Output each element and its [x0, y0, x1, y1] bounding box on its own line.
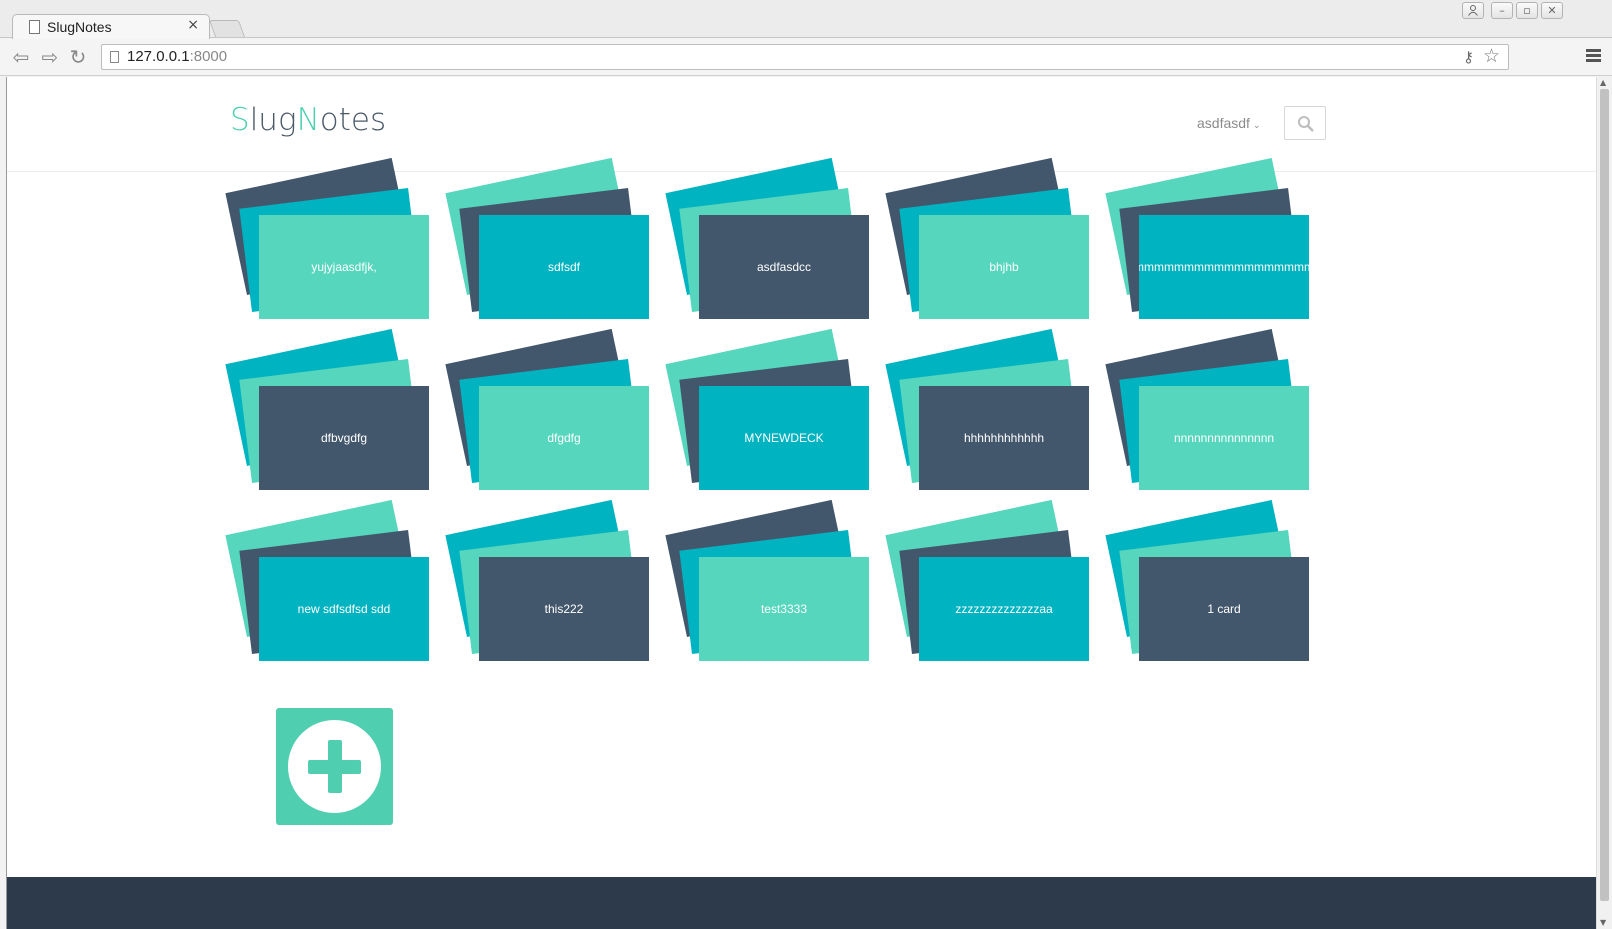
deck-front-card: asdfasdcc: [699, 215, 869, 319]
deck-front-card: zzzzzzzzzzzzzzaa: [919, 557, 1089, 661]
site-logo[interactable]: SlugNotes: [230, 102, 386, 138]
deck-front-card: this222: [479, 557, 649, 661]
deck-front-card: new sdfsdfsd sdd: [259, 557, 429, 661]
maximize-button[interactable]: ▫: [1516, 2, 1538, 19]
deck-title: MYNEWDECK: [744, 431, 824, 445]
deck-front-card: nnnnnnnnnnnnnnn: [1139, 386, 1309, 490]
deck-front-card: yujyjaasdfjk,: [259, 215, 429, 319]
page-viewport: SlugNotes asdfasdf ⌄ yujyjaasdfjk, sdfsdf a…: [6, 77, 1596, 929]
deck-card[interactable]: zzzzzzzzzzzzzzaa: [885, 499, 1099, 673]
deck-card[interactable]: sdfsdf: [445, 157, 659, 331]
minimize-button[interactable]: –: [1491, 2, 1513, 19]
deck-front-card: dfbvgdfg: [259, 386, 429, 490]
tab-title: SlugNotes: [47, 19, 112, 35]
address-bar[interactable]: 127.0.0.1:8000 ⚷ ☆: [101, 44, 1509, 70]
deck-title: yujyjaasdfjk,: [311, 260, 377, 274]
username: asdfasdf: [1197, 115, 1250, 131]
deck-card[interactable]: new sdfsdfsd sdd: [225, 499, 439, 673]
site-header: SlugNotes asdfasdf ⌄: [7, 77, 1596, 172]
chevron-down-icon: ⌄: [1252, 120, 1261, 130]
deck-card[interactable]: hhhhhhhhhhhh: [885, 328, 1099, 502]
tab-close-icon[interactable]: ×: [187, 17, 199, 33]
deck-front-card: bhjhb: [919, 215, 1089, 319]
browser-toolbar: ⇦ ⇨ ↻ 127.0.0.1:8000 ⚷ ☆: [0, 39, 1612, 76]
deck-front-card: mmmmmmmmmmmmmmmmmmmm: [1139, 215, 1309, 319]
deck-card[interactable]: dfgdfg: [445, 328, 659, 502]
deck-card[interactable]: dfbvgdfg: [225, 328, 439, 502]
page-icon: [29, 20, 40, 34]
back-icon[interactable]: ⇦: [10, 47, 32, 67]
scroll-thumb[interactable]: [1600, 89, 1609, 901]
scroll-up-arrow-icon[interactable]: ▲: [1600, 78, 1606, 87]
browser-tab[interactable]: SlugNotes ×: [12, 14, 210, 39]
deck-front-card: test3333: [699, 557, 869, 661]
plus-icon: [288, 720, 381, 813]
deck-card[interactable]: this222: [445, 499, 659, 673]
deck-title: test3333: [760, 602, 808, 616]
search-icon: [1298, 116, 1314, 132]
search-button[interactable]: [1284, 106, 1326, 140]
deck-card[interactable]: bhjhb: [885, 157, 1099, 331]
deck-title: new sdfsdfsd sdd: [297, 602, 391, 616]
deck-title: bhjhb: [989, 260, 1019, 274]
deck-card[interactable]: 1 card: [1105, 499, 1319, 673]
deck-front-card: sdfsdf: [479, 215, 649, 319]
deck-front-card: 1 card: [1139, 557, 1309, 661]
deck-card[interactable]: MYNEWDECK: [665, 328, 879, 502]
deck-title: sdfsdf: [547, 260, 580, 274]
deck-card[interactable]: mmmmmmmmmmmmmmmmmmmm: [1105, 157, 1319, 331]
deck-title: zzzzzzzzzzzzzzaa: [955, 602, 1053, 616]
forward-icon[interactable]: ⇨: [39, 47, 61, 67]
page-info-icon[interactable]: [110, 51, 119, 63]
reload-icon[interactable]: ↻: [67, 47, 89, 67]
deck-title: dfgdfg: [547, 431, 581, 445]
profile-icon[interactable]: [1462, 2, 1484, 19]
bookmark-star-icon[interactable]: ☆: [1483, 45, 1500, 67]
user-menu-dropdown[interactable]: asdfasdf ⌄: [1197, 115, 1260, 131]
key-icon[interactable]: ⚷: [1463, 48, 1474, 66]
deck-front-card: MYNEWDECK: [699, 386, 869, 490]
deck-title: mmmmmmmmmmmmmmmmmmmm: [1139, 260, 1309, 274]
deck-title: nnnnnnnnnnnnnnn: [1173, 431, 1275, 445]
deck-title: dfbvgdfg: [320, 431, 368, 445]
deck-title: asdfasdcc: [756, 260, 812, 274]
scroll-down-arrow-icon[interactable]: ▼: [1600, 918, 1606, 927]
browser-menu-icon[interactable]: [1586, 49, 1601, 63]
url-text: 127.0.0.1:8000: [127, 48, 228, 65]
deck-title: 1 card: [1207, 602, 1241, 616]
deck-title: hhhhhhhhhhhh: [963, 431, 1045, 445]
browser-tab-bar: SlugNotes × – ▫ ✕: [0, 0, 1612, 39]
deck-card[interactable]: nnnnnnnnnnnnnnn: [1105, 328, 1319, 502]
page-scrollbar[interactable]: ▲ ▼: [1596, 77, 1612, 929]
close-window-button[interactable]: ✕: [1541, 2, 1563, 19]
deck-title: this222: [544, 602, 584, 616]
deck-card[interactable]: yujyjaasdfjk,: [225, 157, 439, 331]
deck-front-card: hhhhhhhhhhhh: [919, 386, 1089, 490]
site-footer: [7, 877, 1596, 929]
add-deck-button[interactable]: [276, 708, 393, 825]
deck-card[interactable]: asdfasdcc: [665, 157, 879, 331]
deck-card[interactable]: test3333: [665, 499, 879, 673]
deck-front-card: dfgdfg: [479, 386, 649, 490]
new-tab-button[interactable]: [208, 20, 246, 37]
